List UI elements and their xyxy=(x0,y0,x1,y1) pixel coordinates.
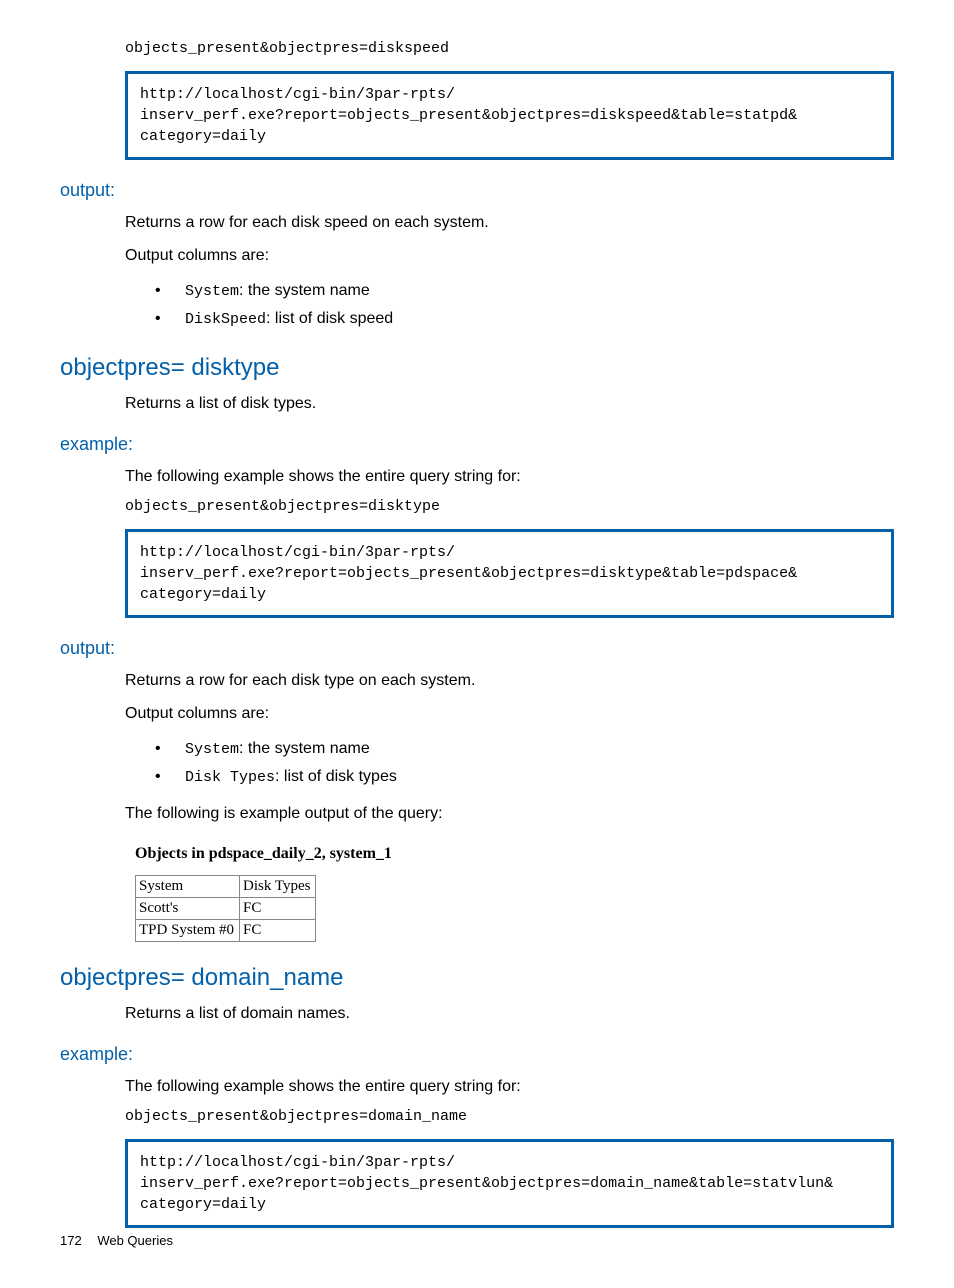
diskspeed-query-line: objects_present&objectpres=diskspeed xyxy=(125,40,894,57)
diskspeed-output-desc2: Output columns are: xyxy=(125,244,894,267)
disktype-table-title: Objects in pdspace_daily_2, system_1 xyxy=(135,845,894,863)
bullet-code: Disk Types xyxy=(185,769,275,786)
disktype-code-box: http://localhost/cgi-bin/3par-rpts/ inse… xyxy=(125,529,894,618)
domainname-intro: Returns a list of domain names. xyxy=(125,1002,894,1025)
disktype-output-desc1: Returns a row for each disk type on each… xyxy=(125,669,894,692)
disktype-output-heading: output: xyxy=(60,638,894,659)
list-item: System: the system name xyxy=(145,277,894,305)
diskspeed-bullets: System: the system name DiskSpeed: list … xyxy=(145,277,894,332)
page-container: objects_present&objectpres=diskspeed htt… xyxy=(0,0,954,1288)
list-item: System: the system name xyxy=(145,735,894,763)
domainname-example-desc: The following example shows the entire q… xyxy=(125,1075,894,1098)
diskspeed-code-box: http://localhost/cgi-bin/3par-rpts/ inse… xyxy=(125,71,894,160)
table-cell: TPD System #0 xyxy=(136,920,240,942)
domainname-example-heading: example: xyxy=(60,1044,894,1065)
diskspeed-output-heading: output: xyxy=(60,180,894,201)
bullet-code: System xyxy=(185,741,239,758)
table-row: Scott's FC xyxy=(136,898,316,920)
table-header-cell: Disk Types xyxy=(240,876,316,898)
domainname-code-box: http://localhost/cgi-bin/3par-rpts/ inse… xyxy=(125,1139,894,1228)
table-cell: Scott's xyxy=(136,898,240,920)
bullet-text: : the system name xyxy=(239,740,370,757)
diskspeed-output-desc1: Returns a row for each disk speed on eac… xyxy=(125,211,894,234)
page-footer: 172 Web Queries xyxy=(60,1233,173,1248)
disktype-example-heading: example: xyxy=(60,434,894,455)
bullet-text: : the system name xyxy=(239,282,370,299)
disktype-query-line: objects_present&objectpres=disktype xyxy=(125,498,894,515)
disktype-heading: objectpres= disktype xyxy=(60,354,894,382)
table-row: TPD System #0 FC xyxy=(136,920,316,942)
list-item: DiskSpeed: list of disk speed xyxy=(145,305,894,333)
bullet-text: : list of disk speed xyxy=(266,310,393,327)
table-row: System Disk Types xyxy=(136,876,316,898)
table-cell: FC xyxy=(240,898,316,920)
table-header-cell: System xyxy=(136,876,240,898)
disktype-output-desc3: The following is example output of the q… xyxy=(125,802,894,825)
disktype-bullets: System: the system name Disk Types: list… xyxy=(145,735,894,790)
page-number: 172 xyxy=(60,1233,82,1248)
bullet-code: DiskSpeed xyxy=(185,311,266,328)
domainname-query-line: objects_present&objectpres=domain_name xyxy=(125,1108,894,1125)
table-cell: FC xyxy=(240,920,316,942)
footer-label: Web Queries xyxy=(97,1233,173,1248)
disktype-output-table: System Disk Types Scott's FC TPD System … xyxy=(135,875,316,942)
disktype-output-desc2: Output columns are: xyxy=(125,702,894,725)
bullet-code: System xyxy=(185,283,239,300)
domainname-heading: objectpres= domain_name xyxy=(60,964,894,992)
disktype-example-desc: The following example shows the entire q… xyxy=(125,465,894,488)
list-item: Disk Types: list of disk types xyxy=(145,763,894,791)
disktype-intro: Returns a list of disk types. xyxy=(125,392,894,415)
bullet-text: : list of disk types xyxy=(275,768,397,785)
